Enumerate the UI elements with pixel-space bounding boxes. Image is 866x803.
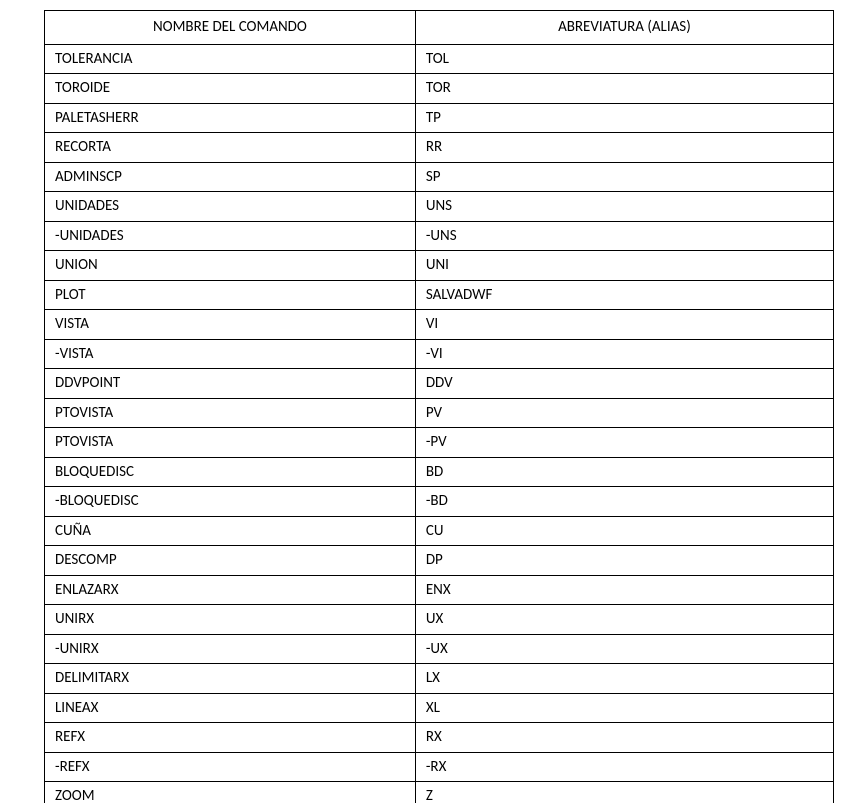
cell-alias: SALVADWF	[415, 280, 833, 310]
cell-alias: -BD	[415, 487, 833, 517]
cell-command: -UNIRX	[45, 634, 416, 664]
table-header-row: NOMBRE DEL COMANDO ABREVIATURA (ALIAS)	[45, 11, 834, 45]
cell-command: DESCOMP	[45, 546, 416, 576]
table-row: -UNIDADES-UNS	[45, 221, 834, 251]
table-row: DELIMITARXLX	[45, 664, 834, 694]
cell-alias: -VI	[415, 339, 833, 369]
cell-command: TOLERANCIA	[45, 44, 416, 74]
table-row: PLOTSALVADWF	[45, 280, 834, 310]
cell-alias: UX	[415, 605, 833, 635]
cell-command: UNIRX	[45, 605, 416, 635]
cell-alias: -UX	[415, 634, 833, 664]
cell-alias: XL	[415, 693, 833, 723]
cell-alias: VI	[415, 310, 833, 340]
cell-alias: DP	[415, 546, 833, 576]
cell-alias: Z	[415, 782, 833, 803]
table-row: BLOQUEDISCBD	[45, 457, 834, 487]
cell-command: -REFX	[45, 752, 416, 782]
table-row: -BLOQUEDISC-BD	[45, 487, 834, 517]
cell-command: ZOOM	[45, 782, 416, 803]
cell-command: LINEAX	[45, 693, 416, 723]
cell-alias: DDV	[415, 369, 833, 399]
cell-alias: TP	[415, 103, 833, 133]
cell-alias: TOL	[415, 44, 833, 74]
cell-command: REFX	[45, 723, 416, 753]
table-row: TOROIDETOR	[45, 74, 834, 104]
table-row: UNIDADESUNS	[45, 192, 834, 222]
table-row: DESCOMPDP	[45, 546, 834, 576]
cell-command: -BLOQUEDISC	[45, 487, 416, 517]
commands-table: NOMBRE DEL COMANDO ABREVIATURA (ALIAS) T…	[44, 10, 834, 803]
table-row: ZOOMZ	[45, 782, 834, 803]
cell-alias: ENX	[415, 575, 833, 605]
cell-command: ADMINSCP	[45, 162, 416, 192]
cell-command: PTOVISTA	[45, 398, 416, 428]
table-row: TOLERANCIATOL	[45, 44, 834, 74]
page: NOMBRE DEL COMANDO ABREVIATURA (ALIAS) T…	[0, 0, 866, 803]
table-row: VISTAVI	[45, 310, 834, 340]
table-row: -REFX-RX	[45, 752, 834, 782]
cell-command: ENLAZARX	[45, 575, 416, 605]
cell-alias: RX	[415, 723, 833, 753]
header-command: NOMBRE DEL COMANDO	[45, 11, 416, 45]
table-row: LINEAXXL	[45, 693, 834, 723]
cell-command: BLOQUEDISC	[45, 457, 416, 487]
table-row: DDVPOINTDDV	[45, 369, 834, 399]
table-row: ENLAZARXENX	[45, 575, 834, 605]
table-row: CUÑACU	[45, 516, 834, 546]
cell-command: DDVPOINT	[45, 369, 416, 399]
cell-command: UNIDADES	[45, 192, 416, 222]
table-row: UNIRXUX	[45, 605, 834, 635]
table-row: -VISTA-VI	[45, 339, 834, 369]
table-row: RECORTARR	[45, 133, 834, 163]
table-row: REFXRX	[45, 723, 834, 753]
header-alias: ABREVIATURA (ALIAS)	[415, 11, 833, 45]
cell-alias: PV	[415, 398, 833, 428]
cell-command: -VISTA	[45, 339, 416, 369]
table-row: PTOVISTAPV	[45, 398, 834, 428]
cell-alias: SP	[415, 162, 833, 192]
table-body: TOLERANCIATOLTOROIDETORPALETASHERRTPRECO…	[45, 44, 834, 803]
cell-command: RECORTA	[45, 133, 416, 163]
cell-alias: -UNS	[415, 221, 833, 251]
cell-alias: TOR	[415, 74, 833, 104]
cell-alias: -RX	[415, 752, 833, 782]
cell-alias: BD	[415, 457, 833, 487]
cell-alias: UNS	[415, 192, 833, 222]
table-row: PALETASHERRTP	[45, 103, 834, 133]
cell-alias: RR	[415, 133, 833, 163]
table-row: UNIONUNI	[45, 251, 834, 281]
cell-alias: UNI	[415, 251, 833, 281]
table-row: ADMINSCPSP	[45, 162, 834, 192]
cell-command: PLOT	[45, 280, 416, 310]
cell-command: PALETASHERR	[45, 103, 416, 133]
cell-alias: -PV	[415, 428, 833, 458]
cell-command: VISTA	[45, 310, 416, 340]
table-row: PTOVISTA-PV	[45, 428, 834, 458]
cell-command: TOROIDE	[45, 74, 416, 104]
cell-command: UNION	[45, 251, 416, 281]
cell-command: DELIMITARX	[45, 664, 416, 694]
cell-alias: CU	[415, 516, 833, 546]
cell-command: PTOVISTA	[45, 428, 416, 458]
cell-command: -UNIDADES	[45, 221, 416, 251]
cell-command: CUÑA	[45, 516, 416, 546]
cell-alias: LX	[415, 664, 833, 694]
table-row: -UNIRX-UX	[45, 634, 834, 664]
